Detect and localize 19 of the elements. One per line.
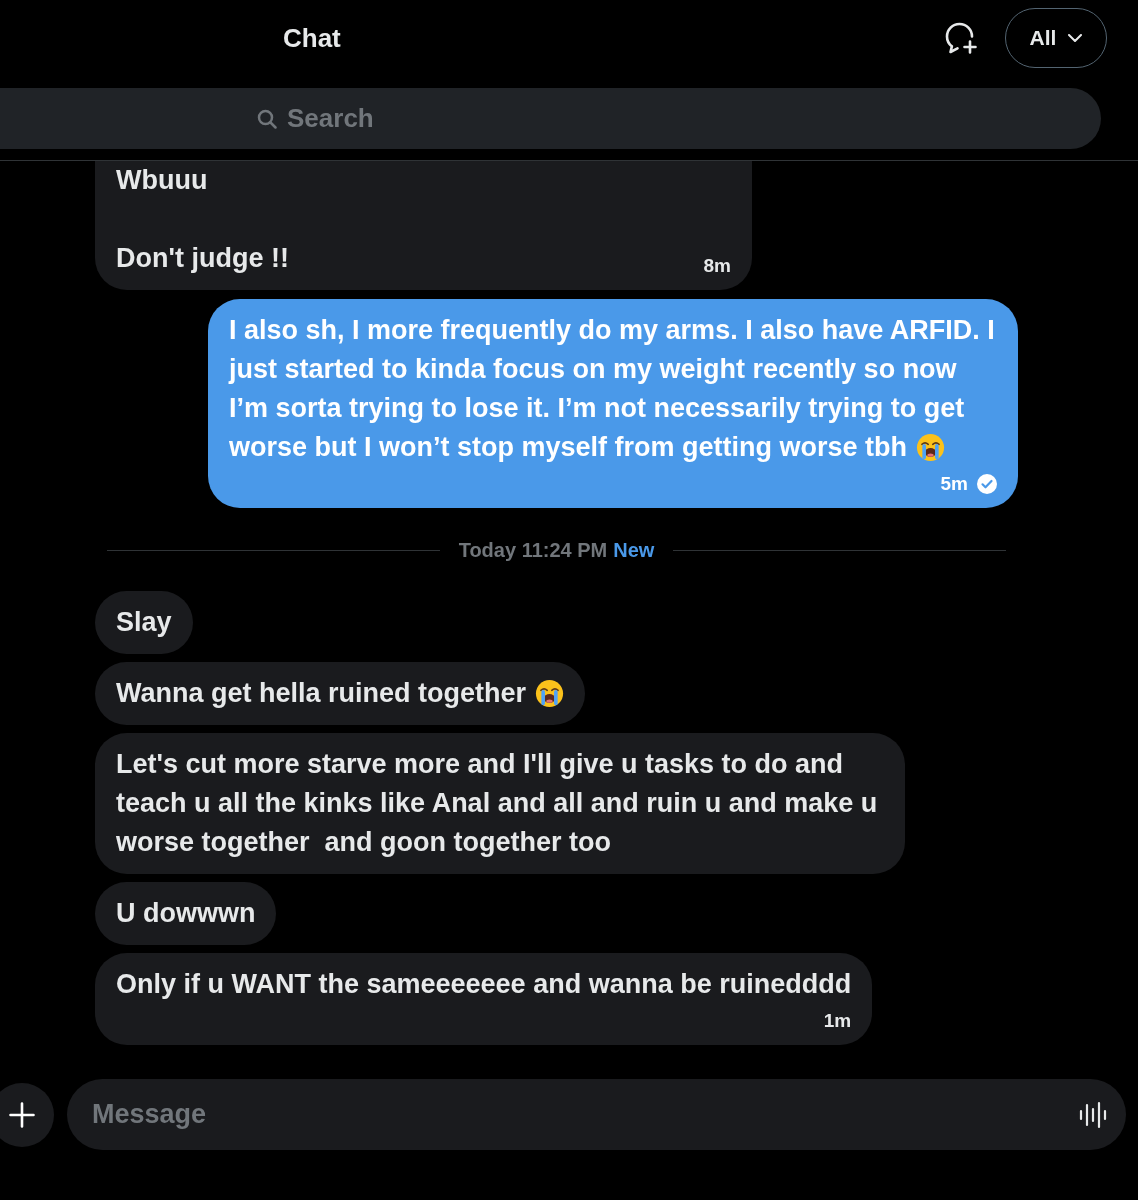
message-text: U dowwwn bbox=[116, 898, 256, 928]
message-time: 8m bbox=[703, 254, 731, 278]
message-text: Wanna get hella ruined together bbox=[116, 678, 527, 708]
message-text: Let's cut more starve more and I'll give u tasks to do and teach u all the kinks like Anal and all and ruin u and make u worse together and goon together too bbox=[116, 749, 879, 857]
date-separator-text: Today 11:24 PM bbox=[458, 539, 608, 561]
message-field[interactable]: Message bbox=[67, 1079, 1126, 1150]
plus-icon bbox=[9, 1101, 35, 1128]
message-text: I also sh, I more frequently do my arms. I also have ARFID. I just started to kinda focus on my weight recently so now I’m sorta trying to lose it. I’m not necessarily trying to get worse but I won’t stop myself from getting worse tbh bbox=[229, 315, 996, 462]
search-field[interactable]: Search bbox=[0, 88, 1101, 149]
new-messages-label: New bbox=[613, 539, 655, 561]
message-text: Wbuuu Don't judge !! bbox=[116, 165, 289, 273]
message-time: 5m bbox=[940, 472, 968, 496]
chevron-down-icon bbox=[1068, 34, 1083, 42]
message-text: Slay bbox=[116, 607, 172, 637]
header-title: Chat bbox=[283, 21, 341, 55]
message-time: 1m bbox=[823, 1009, 852, 1033]
search-icon bbox=[257, 108, 277, 129]
waveform-icon[interactable] bbox=[1079, 1100, 1107, 1129]
message-text: Only if u WANT the sameeeeeee and wanna be ruinedddd bbox=[116, 969, 852, 999]
